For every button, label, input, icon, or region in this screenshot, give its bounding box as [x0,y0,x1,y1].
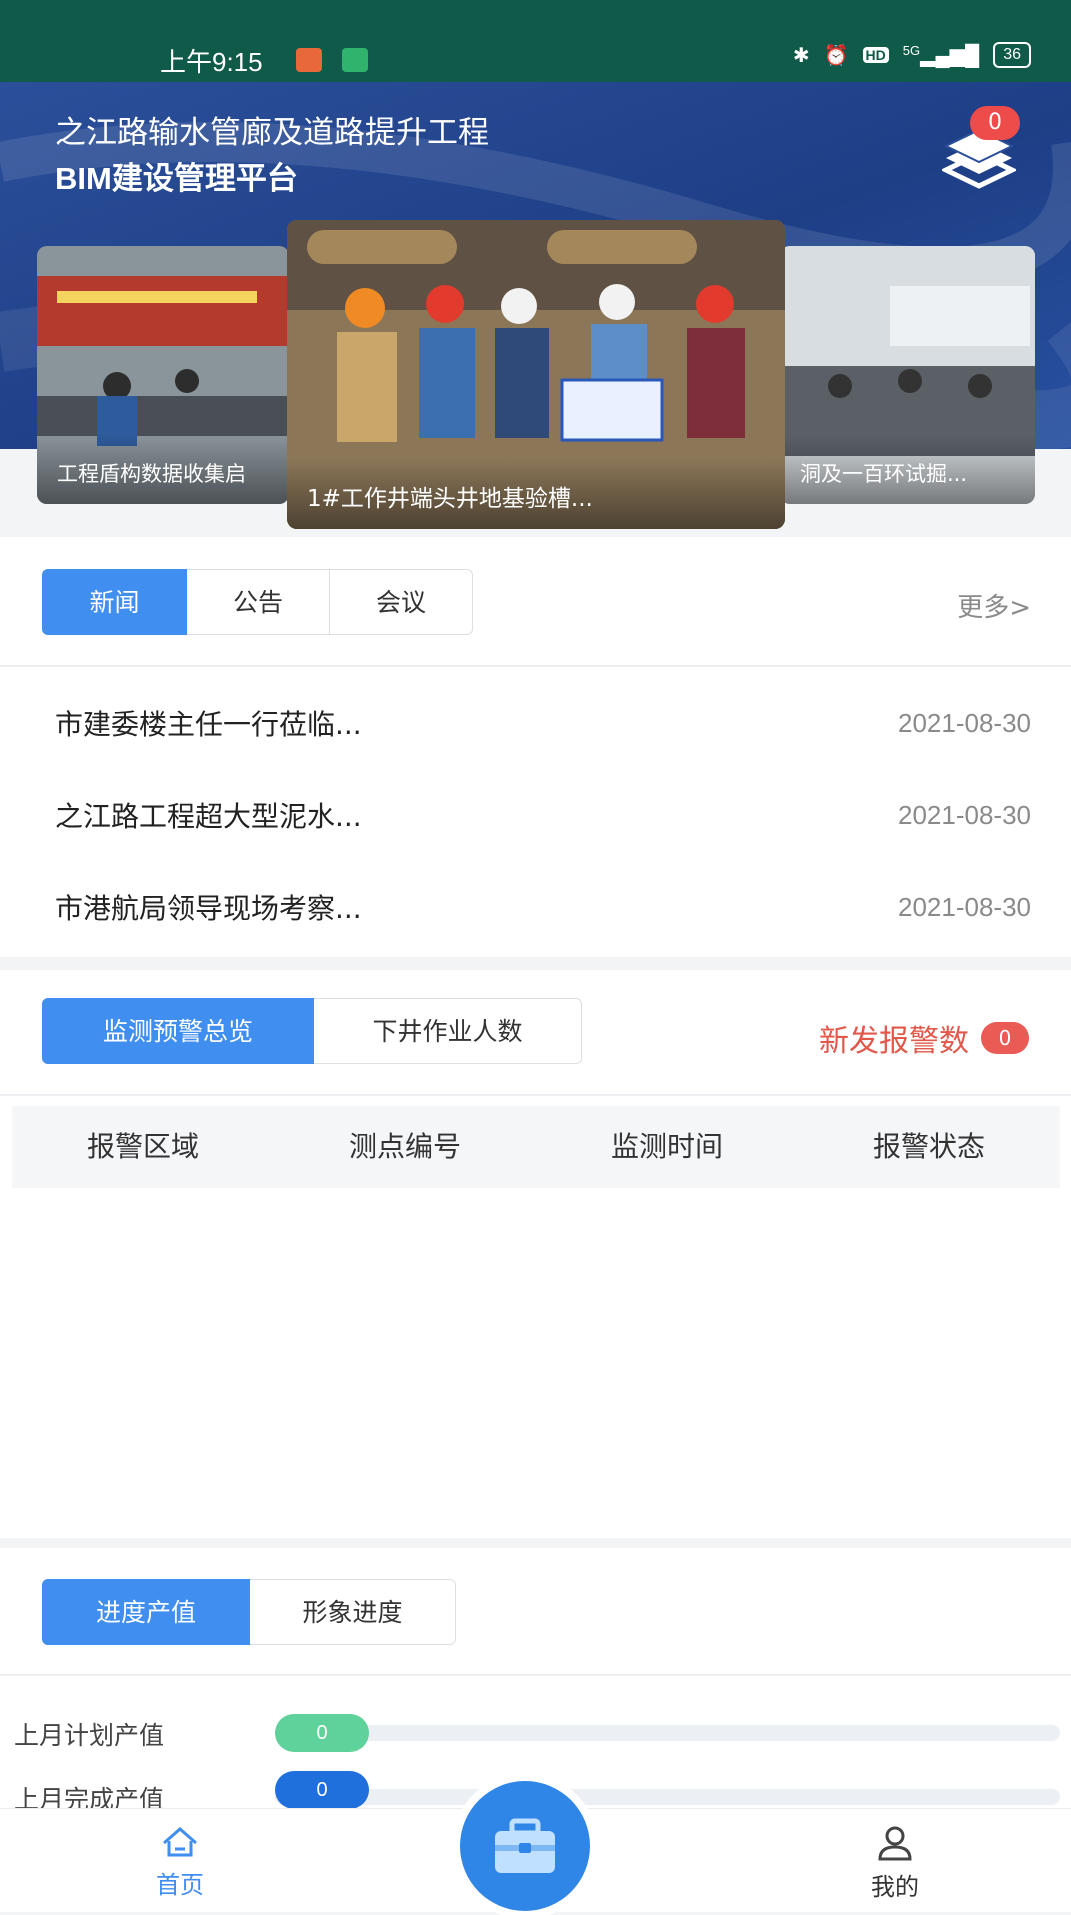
alarm-table-header: 报警区域 测点编号 监测时间 报警状态 [12,1106,1060,1188]
completed-output-value: 0 [275,1771,369,1809]
tab-monitor-overview[interactable]: 监测预警总览 [42,998,314,1064]
carousel-card-left[interactable]: 工程盾构数据收集启 [37,246,289,504]
carousel-caption-left: 工程盾构数据收集启 [37,434,289,504]
shield-icon [342,48,368,72]
tab-home[interactable]: 首页 [140,1825,220,1900]
planned-output-value: 0 [275,1714,369,1752]
tab-mine-label: 我的 [871,1873,919,1901]
tab-home-label: 首页 [156,1871,204,1899]
layers-button[interactable]: 0 [940,106,1020,194]
news-title: 市港航局领导现场考察... [55,892,362,925]
news-item[interactable]: 之江路工程超大型泥水... 2021-08-30 [55,785,1031,845]
planned-output-label: 上月计划产值 [14,1721,165,1750]
home-icon [163,1827,197,1857]
header-banner: 之江路输水管廊及道路提升工程 BIM建设管理平台 0 工程盾构数据收集启 洞及一… [0,82,1071,537]
more-link[interactable]: 更多> [957,587,1031,624]
news-title: 之江路工程超大型泥水... [55,800,362,833]
new-alarm-count: 新发报警数 0 [819,1016,1029,1060]
carousel-caption-right: 洞及一百环试掘... [780,434,1035,504]
news-title: 市建委楼主任一行莅临... [55,708,362,741]
status-bar: 上午9:15 ✱ ⏰ HD 5G▂▄▆█ 36 [0,0,1071,82]
platform-title: 之江路输水管廊及道路提升工程 BIM建设管理平台 [55,110,489,202]
project-name: 之江路输水管廊及道路提升工程 [55,115,489,150]
planned-output-track [275,1725,1060,1741]
hd-icon: HD [862,47,889,63]
notification-app-icon [296,48,322,72]
news-date: 2021-08-30 [898,891,1031,922]
notification-badge: 0 [970,106,1020,140]
column-alarm-area: 报警区域 [86,1130,199,1163]
carousel-caption-center: 1#工作井端头井地基验槽... [287,459,785,529]
tab-announcements[interactable]: 公告 [187,569,330,635]
toolbox-button[interactable] [460,1781,590,1911]
status-indicators: ✱ ⏰ HD 5G▂▄▆█ 36 [793,42,1031,68]
carousel-card-right[interactable]: 洞及一百环试掘... [780,246,1035,504]
platform-name: BIM建设管理平台 [55,161,298,196]
column-point-id: 测点编号 [348,1130,461,1163]
monitor-panel: 监测预警总览 下井作业人数 新发报警数 0 [0,970,1071,1538]
alarm-label: 新发报警数 [819,1024,969,1059]
tab-mine[interactable]: 我的 [855,1825,935,1902]
news-item[interactable]: 市港航局领导现场考察... 2021-08-30 [55,877,1031,937]
alarm-count-badge: 0 [981,1022,1029,1054]
progress-tabs: 进度产值 形象进度 [42,1579,456,1645]
briefcase-icon [495,1818,555,1873]
alarm-clock-icon: ⏰ [823,44,849,67]
news-item[interactable]: 市建委楼主任一行莅临... 2021-08-30 [55,693,1031,753]
tab-output-value[interactable]: 进度产值 [42,1579,250,1645]
tab-news[interactable]: 新闻 [42,569,187,635]
tab-underground-workers[interactable]: 下井作业人数 [314,998,582,1064]
column-alarm-status: 报警状态 [872,1130,985,1163]
bluetooth-icon: ✱ [792,44,810,67]
news-date: 2021-08-30 [898,707,1031,738]
battery-icon: 36 [993,42,1031,68]
news-date: 2021-08-30 [898,799,1031,830]
user-icon [878,1826,912,1861]
completed-output-track [275,1789,1060,1805]
news-panel: 新闻 公告 会议 更多> 市建委楼主任一行莅临... 2021-08-30 之江… [0,537,1071,957]
progress-panel: 进度产值 形象进度 上月计划产值 0 上月完成产值 0 [0,1548,1071,1814]
tab-visual-progress[interactable]: 形象进度 [250,1579,456,1645]
monitor-tabs: 监测预警总览 下井作业人数 [42,998,582,1064]
signal-icon: 5G▂▄▆█ [902,42,980,67]
tab-meetings[interactable]: 会议 [330,569,473,635]
column-monitor-time: 监测时间 [610,1130,723,1163]
news-tabs: 新闻 公告 会议 [42,569,473,635]
status-time: 上午9:15 [160,47,263,77]
carousel-card-center[interactable]: 1#工作井端头井地基验槽... [287,220,785,529]
